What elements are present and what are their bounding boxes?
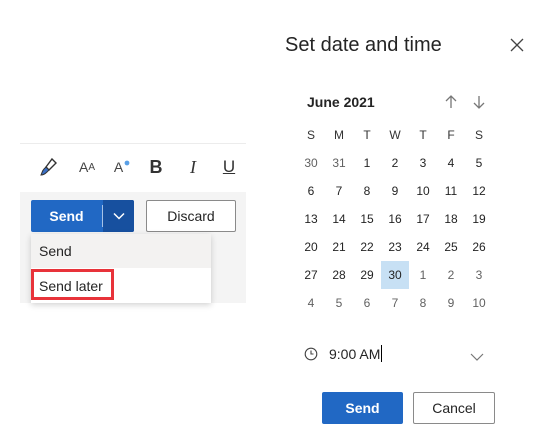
calendar-day[interactable]: 31	[325, 149, 353, 177]
calendar-day[interactable]: 28	[325, 261, 353, 289]
cancel-button[interactable]: Cancel	[413, 392, 495, 424]
calendar-day[interactable]: 13	[297, 205, 325, 233]
menu-item-label: Send later	[39, 278, 103, 294]
arrow-down-icon[interactable]	[472, 94, 486, 110]
send-options-button[interactable]	[103, 200, 134, 232]
calendar-day[interactable]: 9	[437, 289, 465, 317]
calendar-day[interactable]: 29	[353, 261, 381, 289]
discard-button[interactable]: Discard	[146, 200, 236, 232]
close-icon[interactable]	[508, 36, 526, 54]
calendar-day[interactable]: 30	[297, 149, 325, 177]
panel-title: Set date and time	[285, 34, 442, 56]
italic-button[interactable]: I	[184, 155, 202, 179]
calendar-day[interactable]: 25	[437, 233, 465, 261]
weekday-label: F	[447, 128, 455, 142]
send-options-menu: Send Send later	[31, 234, 211, 303]
menu-item-send[interactable]: Send	[31, 234, 211, 268]
chevron-down-icon	[112, 212, 125, 220]
calendar-day[interactable]: 22	[353, 233, 381, 261]
calendar-day[interactable]: 23	[381, 233, 409, 261]
clock-icon	[304, 347, 318, 361]
calendar-day[interactable]: 19	[465, 205, 493, 233]
compose-actions: Send Discard Send Send later	[20, 192, 246, 303]
calendar-day[interactable]: 2	[381, 149, 409, 177]
calendar-day[interactable]: 27	[297, 261, 325, 289]
calendar-day[interactable]: 10	[465, 289, 493, 317]
font-size-small-label: A	[88, 161, 95, 173]
calendar-day-selected[interactable]: 30	[381, 261, 409, 289]
weekday-label: T	[419, 128, 427, 142]
calendar-day[interactable]: 5	[325, 289, 353, 317]
calendar-day[interactable]: 14	[325, 205, 353, 233]
weekday-label: M	[334, 128, 344, 142]
underline-button[interactable]: U	[220, 155, 238, 179]
font-color-button[interactable]: A	[110, 155, 134, 179]
format-toolbar: AA A B I U	[20, 144, 246, 192]
calendar-day[interactable]: 1	[353, 149, 381, 177]
send-button[interactable]: Send	[31, 200, 102, 232]
font-size-big-label: A	[78, 159, 89, 175]
calendar-day[interactable]: 2	[437, 261, 465, 289]
arrow-up-icon[interactable]	[444, 94, 458, 110]
calendar-day[interactable]: 20	[297, 233, 325, 261]
calendar-day[interactable]: 18	[437, 205, 465, 233]
calendar-day[interactable]: 6	[353, 289, 381, 317]
calendar-day[interactable]: 10	[409, 177, 437, 205]
time-input[interactable]: 9:00 AM	[329, 345, 383, 362]
calendar-day[interactable]: 7	[381, 289, 409, 317]
schedule-send-button[interactable]: Send	[322, 392, 403, 424]
month-label: June 2021	[307, 94, 375, 110]
font-color-label: A	[113, 159, 124, 175]
send-split-button[interactable]: Send	[31, 200, 134, 232]
format-painter-icon[interactable]	[38, 155, 60, 179]
calendar-day[interactable]: 3	[409, 149, 437, 177]
composer-fragment: AA A B I U Send Discard Send Send later	[20, 143, 246, 303]
calendar-day[interactable]: 24	[409, 233, 437, 261]
calendar-day[interactable]: 21	[325, 233, 353, 261]
calendar-day[interactable]: 9	[381, 177, 409, 205]
time-value: 9:00 AM	[329, 346, 381, 362]
calendar-day[interactable]: 4	[297, 289, 325, 317]
menu-item-send-later[interactable]: Send later	[31, 269, 211, 303]
weekday-label: T	[363, 128, 371, 142]
calendar-day[interactable]: 12	[465, 177, 493, 205]
calendar-day[interactable]: 8	[353, 177, 381, 205]
calendar-day[interactable]: 6	[297, 177, 325, 205]
calendar-day[interactable]: 17	[409, 205, 437, 233]
text-cursor	[381, 345, 383, 362]
calendar-day[interactable]: 15	[353, 205, 381, 233]
menu-item-label: Send	[39, 243, 72, 259]
calendar-day[interactable]: 3	[465, 261, 493, 289]
calendar-day[interactable]: 16	[381, 205, 409, 233]
time-picker[interactable]: 9:00 AM	[304, 343, 490, 367]
droplet-icon	[124, 160, 130, 166]
calendar-day[interactable]: 1	[409, 261, 437, 289]
calendar-day[interactable]: 7	[325, 177, 353, 205]
calendar-day[interactable]: 4	[437, 149, 465, 177]
calendar-day[interactable]: 8	[409, 289, 437, 317]
chevron-down-icon[interactable]	[470, 349, 484, 361]
weekday-label: S	[306, 128, 315, 142]
calendar-day[interactable]: 26	[465, 233, 493, 261]
weekday-label: W	[389, 128, 401, 142]
weekday-label: S	[474, 128, 483, 142]
font-size-button[interactable]: AA	[75, 155, 99, 179]
bold-button[interactable]: B	[147, 155, 165, 179]
calendar-day[interactable]: 11	[437, 177, 465, 205]
calendar-day[interactable]: 5	[465, 149, 493, 177]
